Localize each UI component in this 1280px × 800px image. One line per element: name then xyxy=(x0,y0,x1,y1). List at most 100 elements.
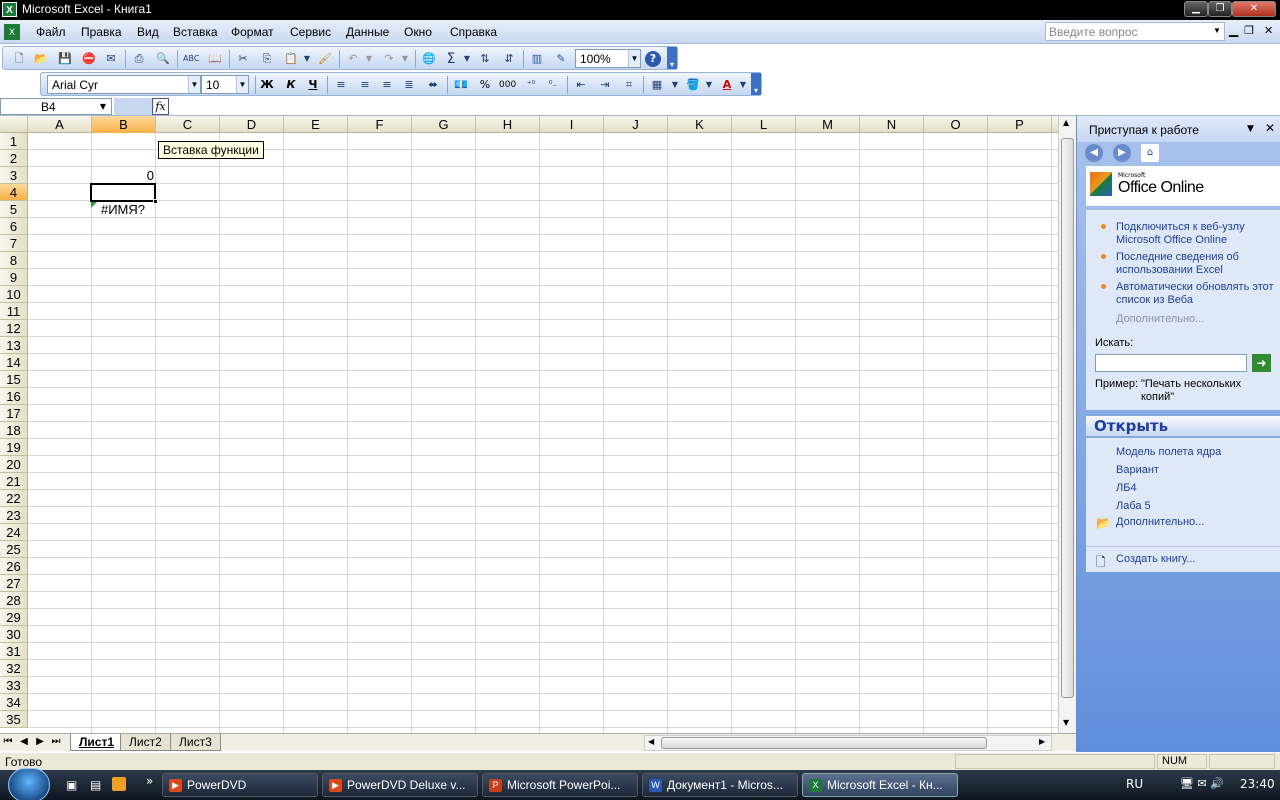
fill-color-icon[interactable]: 🪣 xyxy=(685,77,701,93)
row-header-28[interactable]: 28 xyxy=(0,592,28,609)
row-header-24[interactable]: 24 xyxy=(0,524,28,541)
email-icon[interactable]: ✉ xyxy=(103,51,119,67)
recent-file-3[interactable]: ЛБ4 xyxy=(1116,482,1276,495)
cell-b3[interactable]: 0 xyxy=(92,167,154,184)
row-header-23[interactable]: 23 xyxy=(0,507,28,524)
quick-launch-icon[interactable]: ▤ xyxy=(90,778,101,792)
menu-view[interactable]: Вид xyxy=(137,25,159,39)
row-header-5[interactable]: 5 xyxy=(0,201,28,218)
row-header-13[interactable]: 13 xyxy=(0,337,28,354)
row-header-30[interactable]: 30 xyxy=(0,626,28,643)
paste-dropdown-icon[interactable]: ▼ xyxy=(299,51,315,67)
undo-dropdown-icon[interactable]: ▼ xyxy=(361,51,377,67)
last-sheet-icon[interactable]: ⏭ xyxy=(50,736,62,747)
copy-icon[interactable]: ⎘ xyxy=(259,51,275,67)
hyperlink-icon[interactable]: 🌐 xyxy=(421,51,437,67)
row-header-18[interactable]: 18 xyxy=(0,422,28,439)
link-more-online[interactable]: Дополнительно... xyxy=(1116,313,1276,326)
column-header-l[interactable]: L xyxy=(732,116,796,133)
italic-button[interactable]: К xyxy=(283,77,299,93)
close-button[interactable]: ✕ xyxy=(1232,1,1276,17)
link-auto-update[interactable]: Автоматически обновлять этот список из В… xyxy=(1116,281,1276,307)
media-player-icon[interactable] xyxy=(112,777,126,791)
toolbar-options-icon[interactable]: ▾ xyxy=(667,47,677,69)
tray-icons[interactable]: 🖥 ✉ 🔊 xyxy=(1180,777,1224,790)
doc-close-button[interactable]: ✕ xyxy=(1264,24,1273,37)
font-name-select[interactable]: Arial Cyr ▼ xyxy=(47,75,201,94)
column-header-c[interactable]: C xyxy=(156,116,220,133)
menu-file[interactable]: Файл xyxy=(36,25,66,39)
column-header-m[interactable]: M xyxy=(796,116,860,133)
undo-icon[interactable]: ↶ xyxy=(345,51,361,67)
font-size-dropdown-icon[interactable]: ▼ xyxy=(236,76,248,93)
spelling-icon[interactable]: ABC xyxy=(183,51,199,67)
print-preview-icon[interactable]: 🔍 xyxy=(155,51,171,67)
link-connect-office-online[interactable]: Подключиться к веб-узлу Microsoft Office… xyxy=(1116,221,1276,247)
fill-handle[interactable] xyxy=(153,199,158,204)
recent-file-4[interactable]: Лаба 5 xyxy=(1116,500,1276,513)
open-more-link[interactable]: Дополнительно... xyxy=(1116,516,1276,529)
column-header-o[interactable]: O xyxy=(924,116,988,133)
row-header-4[interactable]: 4 xyxy=(0,184,28,201)
doc-minimize-button[interactable]: ▁ xyxy=(1229,23,1238,37)
column-header-e[interactable]: E xyxy=(284,116,348,133)
ask-question-input[interactable]: Введите вопрос xyxy=(1045,22,1225,41)
cut-icon[interactable]: ✂ xyxy=(235,51,251,67)
underline-button[interactable]: Ч xyxy=(305,77,321,93)
row-header-16[interactable]: 16 xyxy=(0,388,28,405)
redo-dropdown-icon[interactable]: ▼ xyxy=(397,51,413,67)
task-excel[interactable]: X Microsoft Excel - Кн... xyxy=(802,773,958,797)
row-header-27[interactable]: 27 xyxy=(0,575,28,592)
column-header-n[interactable]: N xyxy=(860,116,924,133)
spreadsheet-grid[interactable]: ABCDEFGHIJKLMNOP 1 2 3 4 5 6 7 8 9 10 11 12 13 14 15 16… xyxy=(0,116,1058,733)
column-header-a[interactable]: A xyxy=(28,116,92,133)
increase-decimal-icon[interactable]: ⁺⁰ xyxy=(523,77,539,93)
merge-center-icon[interactable]: ⬌ xyxy=(425,77,441,93)
bold-button[interactable]: Ж xyxy=(259,77,275,93)
menu-data[interactable]: Данные xyxy=(346,25,389,39)
row-header-22[interactable]: 22 xyxy=(0,490,28,507)
font-size-select[interactable]: 10 ▼ xyxy=(201,75,249,94)
quick-launch-more-icon[interactable]: » xyxy=(146,774,153,788)
task-pane-close-icon[interactable]: ✕ xyxy=(1265,121,1275,135)
row-header-8[interactable]: 8 xyxy=(0,252,28,269)
vertical-scroll-thumb[interactable] xyxy=(1061,138,1074,698)
increase-indent-icon[interactable]: ⇥ xyxy=(597,77,613,93)
align-right-icon[interactable]: ≡ xyxy=(379,77,395,93)
clock[interactable]: 23:40 xyxy=(1240,777,1275,791)
row-header-32[interactable]: 32 xyxy=(0,660,28,677)
help-icon[interactable]: ? xyxy=(645,51,661,67)
scroll-down-icon[interactable]: ▼ xyxy=(1063,718,1069,727)
borders-icon[interactable]: ▦ xyxy=(649,77,665,93)
font-color-icon[interactable]: A xyxy=(719,77,735,93)
doc-restore-button[interactable]: ❐ xyxy=(1244,24,1254,37)
row-header-12[interactable]: 12 xyxy=(0,320,28,337)
row-header-33[interactable]: 33 xyxy=(0,677,28,694)
task-powerdvd[interactable]: ▶ PowerDVD xyxy=(162,773,318,797)
ask-dropdown-icon[interactable]: ▼ xyxy=(1213,26,1221,35)
align-left-icon[interactable]: ≡ xyxy=(333,77,349,93)
recent-file-1[interactable]: Модель полета ядра xyxy=(1116,446,1276,459)
row-header-29[interactable]: 29 xyxy=(0,609,28,626)
selected-cell-b4[interactable] xyxy=(90,183,158,204)
zoom-dropdown-icon[interactable]: ▼ xyxy=(628,50,640,67)
prev-sheet-icon[interactable]: ◀ xyxy=(18,736,30,747)
horizontal-scroll-thumb[interactable] xyxy=(661,737,987,749)
next-sheet-icon[interactable]: ▶ xyxy=(34,736,46,747)
language-indicator[interactable]: RU xyxy=(1126,777,1143,791)
task-pane-menu-icon[interactable]: ▼ xyxy=(1247,124,1254,134)
insert-function-button[interactable]: fx xyxy=(152,98,169,115)
research-icon[interactable]: 📖 xyxy=(207,51,223,67)
back-icon[interactable]: ◀ xyxy=(1085,144,1103,162)
row-header-10[interactable]: 10 xyxy=(0,286,28,303)
row-header-26[interactable]: 26 xyxy=(0,558,28,575)
redo-icon[interactable]: ↷ xyxy=(381,51,397,67)
paste-icon[interactable]: 📋 xyxy=(283,51,299,67)
search-go-icon[interactable]: ➜ xyxy=(1252,354,1271,372)
thousands-button[interactable]: 000 xyxy=(499,77,516,93)
row-header-31[interactable]: 31 xyxy=(0,643,28,660)
link-latest-news[interactable]: Последние сведения об использовании Exce… xyxy=(1116,251,1276,277)
chart-wizard-icon[interactable]: ▥ xyxy=(529,51,545,67)
decrease-indent-icon[interactable]: ⇤ xyxy=(573,77,589,93)
start-button[interactable] xyxy=(8,768,50,800)
